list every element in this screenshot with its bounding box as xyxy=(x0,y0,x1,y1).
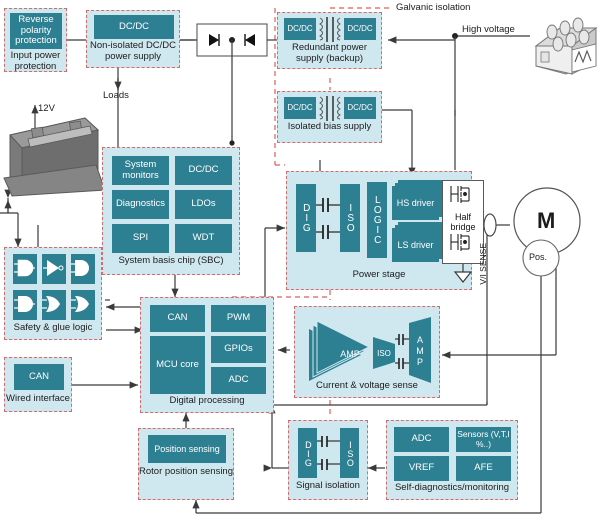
wire-into-safety xyxy=(0,189,39,247)
digital-processing-caption: Digital processing xyxy=(169,395,245,406)
afe-box: AFE xyxy=(456,456,511,481)
non-isolated-dcdc-caption: Non-isolated DC/DC power supply xyxy=(89,40,177,62)
vref-box: VREF xyxy=(394,456,449,481)
nand-gate-icon xyxy=(71,260,89,276)
svg-text:ISO: ISO xyxy=(377,349,391,358)
ldos-box: LDOs xyxy=(175,190,232,219)
mcu-core-box: MCU core xyxy=(150,336,205,394)
block-self-diagnostics: ADC Sensors (V,T,I %..) VREF AFE Self-di… xyxy=(386,420,518,500)
logic-gate-2-box xyxy=(42,254,66,284)
motor-label: M xyxy=(537,208,556,233)
can-box: CAN xyxy=(150,305,205,332)
logic-gate-1-box xyxy=(13,254,37,284)
diode-or-network xyxy=(180,23,282,146)
can-wired-box: CAN xyxy=(14,364,64,390)
block-wired-interface: CAN Wired interface xyxy=(4,357,72,412)
safety-glue-logic-caption: Safety & glue logic xyxy=(13,322,93,333)
block-current-voltage-sense: AMP ISO A M P Current & voltage sense xyxy=(294,306,440,398)
svg-text:AMP: AMP xyxy=(340,349,360,359)
position-sensing-box: Position sensing xyxy=(148,435,226,463)
reverse-polarity-protection-box: Reverse polarity protection xyxy=(10,13,62,49)
input-power-protection-caption: Input power protection xyxy=(10,50,61,72)
rotor-position-sensing-caption: Rotor position sensing xyxy=(139,466,233,477)
system-monitors-box: System monitors xyxy=(112,156,169,185)
logic-gate-6-box xyxy=(71,290,95,320)
svg-text:M: M xyxy=(416,346,424,356)
block-digital-processing: CAN PWM MCU core GPIOs ADC Digital proce… xyxy=(140,297,274,413)
twelve-volt-label: 12V xyxy=(38,103,55,114)
block-power-stage: DIG ISO LOGIC HS driver LS driver Half b… xyxy=(286,171,484,290)
position-sensor-label: Pos. xyxy=(529,252,548,262)
redundant-power-supply-caption: Redundant power supply (backup) xyxy=(292,42,367,64)
svg-text:P: P xyxy=(417,357,423,367)
isolated-bias-supply-caption: Isolated bias supply xyxy=(287,121,372,132)
signal-isolation-caption: Signal isolation xyxy=(296,480,360,491)
self-diagnostics-caption: Self-diagnostics/monitoring xyxy=(394,482,510,493)
battery-12v-illustration xyxy=(3,117,106,197)
pwm-box: PWM xyxy=(211,305,266,332)
vi-sense-label: V/I SENSE xyxy=(478,243,488,285)
wire-high-voltage xyxy=(378,33,530,176)
hv-battery-pack-illustration xyxy=(534,17,598,75)
or-gate-icon xyxy=(42,296,60,312)
dcdc-box: DC/DC xyxy=(94,15,174,39)
svg-text:A: A xyxy=(417,335,423,345)
logic-gate-3-box xyxy=(71,254,95,284)
dcdc-sbc-box: DC/DC xyxy=(175,156,232,185)
buffer-gate-icon xyxy=(43,260,64,276)
block-system-basis-chip: System monitors DC/DC Diagnostics LDOs S… xyxy=(102,147,240,275)
diagnostics-box: Diagnostics xyxy=(112,190,169,219)
and-gate-icon-2 xyxy=(14,296,35,312)
gpios-box: GPIOs xyxy=(211,336,266,363)
wired-interface-caption: Wired interface xyxy=(6,393,70,404)
high-voltage-label: High voltage xyxy=(462,24,515,35)
or-gate-icon-2 xyxy=(71,296,89,312)
adc-digital-box: ADC xyxy=(211,367,266,394)
block-isolated-bias-supply: DC/DC DC/DC Isolated bias supply xyxy=(277,91,382,143)
loads-label: Loads xyxy=(103,90,129,101)
block-rotor-position-sensing: Position sensing Rotor position sensing xyxy=(138,428,234,500)
power-stage-caption: Power stage xyxy=(352,269,406,280)
wire-safety-digital xyxy=(106,303,143,334)
sensors-box: Sensors (V,T,I %..) xyxy=(456,427,511,452)
sbc-caption: System basis chip (SBC) xyxy=(118,255,224,266)
current-voltage-sense-caption: Current & voltage sense xyxy=(316,380,418,391)
block-redundant-power-supply: DC/DC DC/DC Redundant power supply (back… xyxy=(277,12,382,69)
logic-gate-5-box xyxy=(42,290,66,320)
transformer-symbol-bias xyxy=(319,96,341,121)
block-safety-glue-logic: Safety & glue logic xyxy=(4,247,102,340)
adc-diag-box: ADC xyxy=(394,427,449,452)
logic-gate-4-box xyxy=(13,290,37,320)
spi-box: SPI xyxy=(112,224,169,253)
system-block-diagram: Reverse polarity protection Input power … xyxy=(0,0,600,527)
block-input-power-protection: Reverse polarity protection Input power … xyxy=(4,8,67,72)
wdt-box: WDT xyxy=(175,224,232,253)
and-gate-icon xyxy=(14,259,35,277)
block-signal-isolation: DIG ISO Signal isolation xyxy=(288,420,368,500)
galvanic-isolation-label: Galvanic isolation xyxy=(396,2,471,13)
block-non-isolated-dcdc: DC/DC Non-isolated DC/DC power supply xyxy=(86,10,180,68)
